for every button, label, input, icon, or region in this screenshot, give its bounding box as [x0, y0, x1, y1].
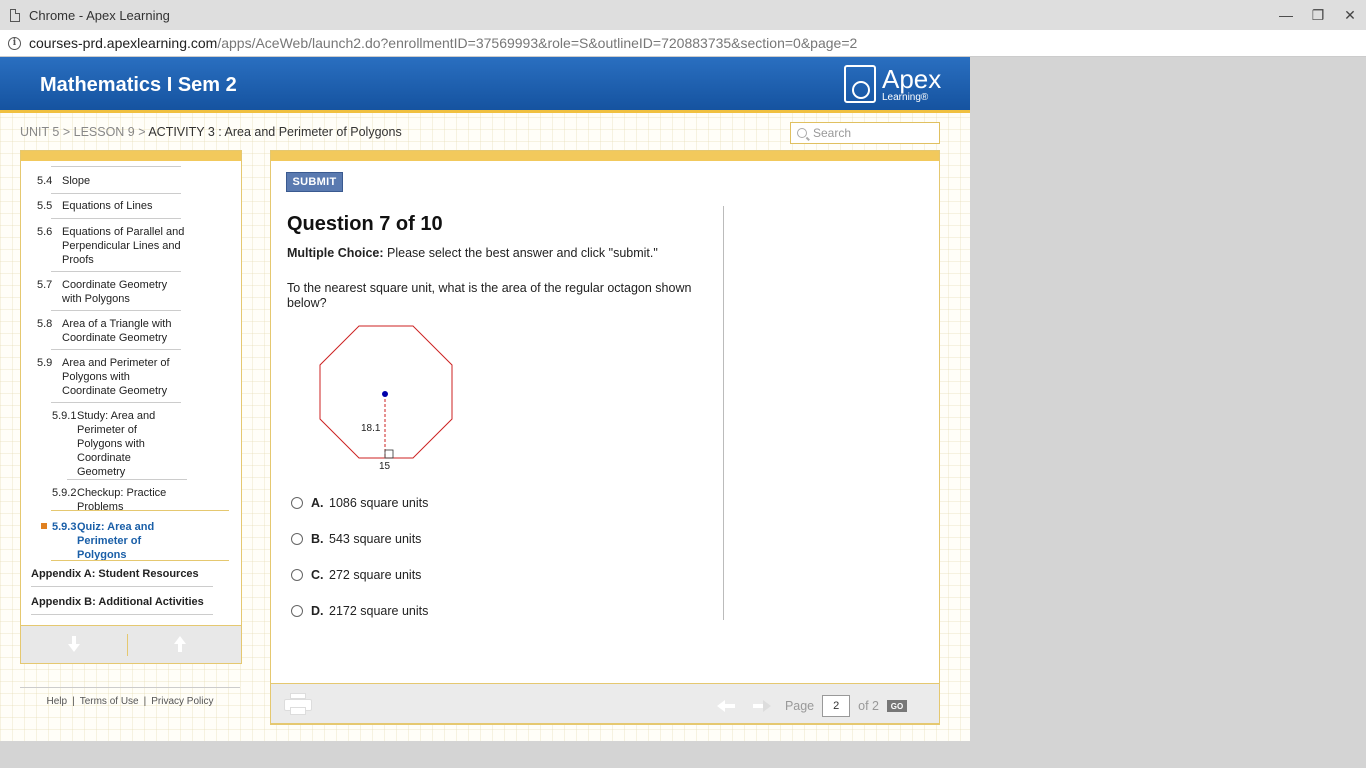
outline-list: 5.4 Slope 5.5 Equations of Lines 5.6 Equ…	[21, 161, 241, 617]
outline-sidebar: 5.4 Slope 5.5 Equations of Lines 5.6 Equ…	[20, 150, 242, 664]
radio-d[interactable]	[291, 605, 303, 617]
apex-logo: Apex Learning®	[844, 65, 941, 103]
divider	[31, 586, 213, 587]
question-title: Question 7 of 10	[287, 213, 443, 235]
divider	[51, 218, 181, 219]
divider	[51, 349, 181, 350]
go-button[interactable]: GO	[887, 700, 907, 712]
next-page-arrow-icon[interactable]	[751, 699, 771, 713]
sidebar-item-5-4[interactable]: 5.4 Slope	[37, 175, 187, 187]
breadcrumb-separator: >	[59, 125, 74, 139]
sidebar-header-bar	[21, 151, 241, 161]
address-bar[interactable]: i courses-prd.apexlearning.com/apps/AceW…	[0, 30, 1366, 57]
divider	[51, 271, 181, 272]
sidebar-scroll-controls	[21, 625, 241, 663]
center-point	[382, 391, 388, 397]
choice-d[interactable]: D. 2172 square units	[291, 604, 428, 618]
radio-c[interactable]	[291, 569, 303, 581]
search-placeholder: Search	[813, 126, 852, 140]
sidebar-item-5-5[interactable]: 5.5 Equations of Lines	[37, 200, 187, 212]
apothem-label: 18.1	[361, 423, 381, 434]
breadcrumb-activity: ACTIVITY 3 : Area and Perimeter of Polyg…	[148, 125, 402, 139]
scroll-down-arrow-icon[interactable]	[68, 636, 80, 652]
choice-c[interactable]: C. 272 square units	[291, 568, 421, 582]
app-container: Mathematics I Sem 2 Apex Learning® UNIT …	[0, 57, 970, 741]
question-panel: SUBMIT Question 7 of 10 Multiple Choice:…	[270, 150, 940, 725]
divider	[723, 206, 724, 620]
choice-a[interactable]: A. 1086 square units	[291, 496, 428, 510]
window-titlebar: Chrome - Apex Learning — ❐ ✕	[0, 0, 1366, 30]
right-angle-marker	[384, 449, 394, 459]
divider	[51, 193, 181, 194]
divider	[127, 634, 128, 656]
apex-logo-icon	[844, 65, 876, 103]
info-icon[interactable]: i	[8, 36, 21, 50]
octagon-diagram: 18.1 15	[319, 325, 453, 472]
active-item-bullet	[41, 523, 47, 529]
radio-b[interactable]	[291, 533, 303, 545]
search-icon	[797, 128, 807, 138]
choice-b[interactable]: B. 543 square units	[291, 532, 421, 546]
previous-page-arrow-icon[interactable]	[716, 699, 737, 713]
search-input[interactable]: Search	[790, 122, 940, 144]
breadcrumb-lesson[interactable]: LESSON 9	[74, 125, 135, 139]
divider	[51, 310, 181, 311]
privacy-link[interactable]: Privacy Policy	[151, 696, 213, 707]
content-header-bar	[271, 151, 939, 161]
content-footer: Page 2 of 2 GO	[270, 683, 940, 724]
restore-button[interactable]: ❐	[1302, 0, 1334, 30]
print-icon[interactable]	[284, 693, 312, 715]
breadcrumb-separator: >	[134, 125, 149, 139]
logo-name: Apex	[882, 63, 942, 94]
document-icon	[10, 8, 20, 22]
terms-link[interactable]: Terms of Use	[80, 696, 139, 707]
sidebar-item-5-6[interactable]: 5.6 Equations of Parallel and Perpendicu…	[37, 225, 187, 267]
side-label: 15	[379, 461, 391, 472]
divider	[31, 614, 213, 615]
question-instructions: Multiple Choice: Please select the best …	[287, 246, 658, 260]
sidebar-item-5-7[interactable]: 5.7 Coordinate Geometry with Polygons	[37, 278, 187, 306]
window-controls: — ❐ ✕	[1270, 0, 1366, 30]
sidebar-item-appendix-a[interactable]: Appendix A: Student Resources	[31, 568, 199, 580]
divider	[51, 166, 181, 167]
course-title: Mathematics I Sem 2	[40, 74, 237, 96]
sidebar-item-5-9-1[interactable]: 5.9.1 Study: Area and Perimeter of Polyg…	[52, 409, 192, 479]
submit-button[interactable]: SUBMIT	[286, 172, 343, 192]
scroll-up-arrow-icon[interactable]	[174, 636, 186, 652]
divider	[51, 510, 229, 511]
breadcrumb: UNIT 5 > LESSON 9 > ACTIVITY 3 : Area an…	[20, 125, 402, 139]
breadcrumb-unit[interactable]: UNIT 5	[20, 125, 59, 139]
page-label: Page	[784, 699, 815, 713]
url-path: /apps/AceWeb/launch2.do?enrollmentID=375…	[217, 35, 858, 51]
footer-links: Help | Terms of Use | Privacy Policy	[20, 687, 240, 709]
divider	[51, 402, 181, 403]
logo-subtitle: Learning®	[882, 91, 929, 103]
help-link[interactable]: Help	[47, 696, 68, 707]
pager: Page 2 of 2 GO	[716, 695, 907, 717]
radio-a[interactable]	[291, 497, 303, 509]
question-text: To the nearest square unit, what is the …	[287, 281, 692, 310]
octagon-figure: 18.1 15	[317, 323, 457, 478]
sidebar-item-5-8[interactable]: 5.8 Area of a Triangle with Coordinate G…	[37, 317, 187, 345]
sidebar-item-5-9-3[interactable]: 5.9.3 Quiz: Area and Perimeter of Polygo…	[52, 520, 192, 562]
divider	[51, 560, 229, 561]
divider	[67, 479, 187, 480]
window-title: Chrome - Apex Learning	[29, 7, 170, 23]
sidebar-item-5-9[interactable]: 5.9 Area and Perimeter of Polygons with …	[37, 356, 187, 398]
page-number-input[interactable]: 2	[822, 695, 851, 717]
page-count: of 2	[858, 699, 879, 713]
url-host: courses-prd.apexlearning.com	[29, 35, 218, 51]
app-header: Mathematics I Sem 2 Apex Learning®	[0, 57, 970, 113]
minimize-button[interactable]: —	[1270, 0, 1302, 30]
sidebar-item-appendix-b[interactable]: Appendix B: Additional Activities	[31, 596, 204, 608]
close-button[interactable]: ✕	[1334, 0, 1366, 30]
